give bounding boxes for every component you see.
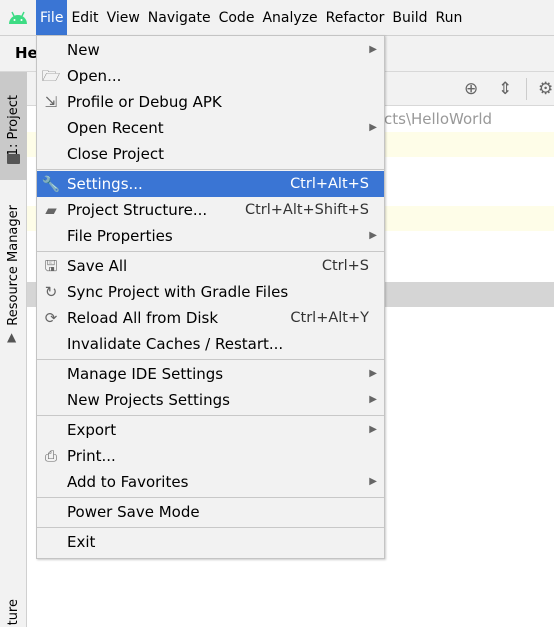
menu-item-shortcut: Ctrl+Alt+Y xyxy=(290,310,369,326)
menu-item-label: Open Recent xyxy=(67,119,164,137)
menu-item-profile-or-debug-apk[interactable]: ⇲ Profile or Debug APK xyxy=(37,89,384,115)
menu-item-label: Exit xyxy=(67,533,96,551)
project-path: cts\HelloWorld xyxy=(384,110,493,128)
menu-item-label: New xyxy=(67,41,100,59)
menu-run[interactable]: Run xyxy=(432,0,467,35)
gradle-sync-icon: ↻ xyxy=(44,283,58,301)
tab-resource-manager[interactable]: Resource Manager xyxy=(0,200,27,330)
menu-item-new-projects-settings[interactable]: New Projects Settings ▶ xyxy=(37,387,384,413)
menu-item-label: Project Structure... xyxy=(67,201,208,219)
tab-structure[interactable]: ture xyxy=(0,597,27,627)
tab-project-label: 1: Project xyxy=(6,95,21,157)
menu-refactor[interactable]: Refactor xyxy=(322,0,389,35)
folder-icon xyxy=(7,154,20,164)
menu-item-label: Settings... xyxy=(67,175,143,193)
file-menu: New ▶ 🗁 Open... ⇲ Profile or Debug APK Open Re… xyxy=(36,35,385,559)
resource-manager-icon: ▲ xyxy=(7,330,17,344)
submenu-arrow-icon: ▶ xyxy=(369,230,377,241)
menu-item-label: Save All xyxy=(67,257,128,275)
menu-separator xyxy=(37,497,384,498)
menu-item-label: Power Save Mode xyxy=(67,503,200,521)
menu-item-open[interactable]: 🗁 Open... xyxy=(37,63,384,89)
menu-item-shortcut: Ctrl+Alt+S xyxy=(290,176,369,192)
menu-item-new[interactable]: New ▶ xyxy=(37,37,384,63)
menu-item-label: Profile or Debug APK xyxy=(67,93,222,111)
menu-code[interactable]: Code xyxy=(215,0,259,35)
toolbar-divider xyxy=(526,78,527,100)
menu-item-shortcut: Ctrl+S xyxy=(321,258,369,274)
menu-item-label: Invalidate Caches / Restart... xyxy=(67,335,284,353)
menu-item-label: Sync Project with Gradle Files xyxy=(67,283,289,301)
menu-item-save-all[interactable]: 🖫 Save All Ctrl+S xyxy=(37,253,384,279)
menu-separator xyxy=(37,169,384,170)
menu-item-exit[interactable]: Exit xyxy=(37,529,384,555)
menu-item-file-properties[interactable]: File Properties ▶ xyxy=(37,223,384,249)
menu-item-manage-ide-settings[interactable]: Manage IDE Settings ▶ xyxy=(37,361,384,387)
menu-navigate[interactable]: Navigate xyxy=(144,0,215,35)
save-icon: 🖫 xyxy=(44,257,58,275)
menu-separator xyxy=(37,359,384,360)
menu-item-label: Close Project xyxy=(67,145,164,163)
menu-item-label: Open... xyxy=(67,67,122,85)
menu-item-label: File Properties xyxy=(67,227,173,245)
menu-view[interactable]: View xyxy=(103,0,144,35)
menu-item-label: Export xyxy=(67,421,117,439)
menu-item-shortcut: Ctrl+Alt+Shift+S xyxy=(244,202,369,218)
reload-icon: ⟳ xyxy=(44,309,58,327)
menu-separator xyxy=(37,527,384,528)
menu-item-reload-all-from-disk[interactable]: ⟳ Reload All from Disk Ctrl+Alt+Y xyxy=(37,305,384,331)
submenu-arrow-icon: ▶ xyxy=(369,424,377,435)
submenu-arrow-icon: ▶ xyxy=(369,44,377,55)
menu-item-label: Print... xyxy=(67,447,116,465)
locate-icon[interactable]: ⊕ xyxy=(464,79,478,99)
gear-icon[interactable]: ⚙ xyxy=(538,79,553,99)
menu-item-close-project[interactable]: Close Project xyxy=(37,141,384,167)
menu-item-label: Manage IDE Settings xyxy=(67,365,224,383)
menu-edit[interactable]: Edit xyxy=(67,0,102,35)
submenu-arrow-icon: ▶ xyxy=(369,394,377,405)
menu-item-power-save-mode[interactable]: Power Save Mode xyxy=(37,499,384,525)
menu-file[interactable]: File xyxy=(36,0,68,35)
submenu-arrow-icon: ▶ xyxy=(369,368,377,379)
menu-build[interactable]: Build xyxy=(388,0,431,35)
menu-item-print[interactable]: ⎙ Print... xyxy=(37,443,384,469)
project-structure-icon: ▰ xyxy=(45,201,57,219)
submenu-arrow-icon: ▶ xyxy=(369,476,377,487)
tab-structure-label: ture xyxy=(6,598,21,626)
menu-item-label: Add to Favorites xyxy=(67,473,189,491)
left-tool-strip: 1: Project Resource Manager ▲ ture xyxy=(0,72,27,627)
android-logo-icon xyxy=(0,0,36,35)
profile-apk-icon: ⇲ xyxy=(44,93,58,111)
menu-item-sync-project-with-gradle-files[interactable]: ↻ Sync Project with Gradle Files xyxy=(37,279,384,305)
folder-open-icon: 🗁 xyxy=(41,67,61,85)
menu-item-add-to-favorites[interactable]: Add to Favorites ▶ xyxy=(37,469,384,495)
project-title: He xyxy=(15,44,38,62)
wrench-icon: 🔧 xyxy=(41,175,61,193)
menu-item-project-structure[interactable]: ▰ Project Structure... Ctrl+Alt+Shift+S xyxy=(37,197,384,223)
tab-resource-manager-label: Resource Manager xyxy=(6,204,21,326)
menu-bar: File Edit View Navigate Code Analyze Refactor B… xyxy=(0,0,554,36)
menu-item-label: Reload All from Disk xyxy=(67,309,219,327)
menu-item-export[interactable]: Export ▶ xyxy=(37,417,384,443)
menu-item-settings[interactable]: 🔧 Settings... Ctrl+Alt+S xyxy=(37,171,384,197)
menu-item-invalidate-caches-restart[interactable]: Invalidate Caches / Restart... xyxy=(37,331,384,357)
printer-icon: ⎙ xyxy=(44,447,57,465)
menu-separator xyxy=(37,251,384,252)
menu-item-label: New Projects Settings xyxy=(67,391,230,409)
menu-separator xyxy=(37,415,384,416)
submenu-arrow-icon: ▶ xyxy=(369,122,377,133)
menu-analyze[interactable]: Analyze xyxy=(258,0,321,35)
menu-item-open-recent[interactable]: Open Recent ▶ xyxy=(37,115,384,141)
collapse-all-icon[interactable]: ⇕ xyxy=(498,79,512,99)
